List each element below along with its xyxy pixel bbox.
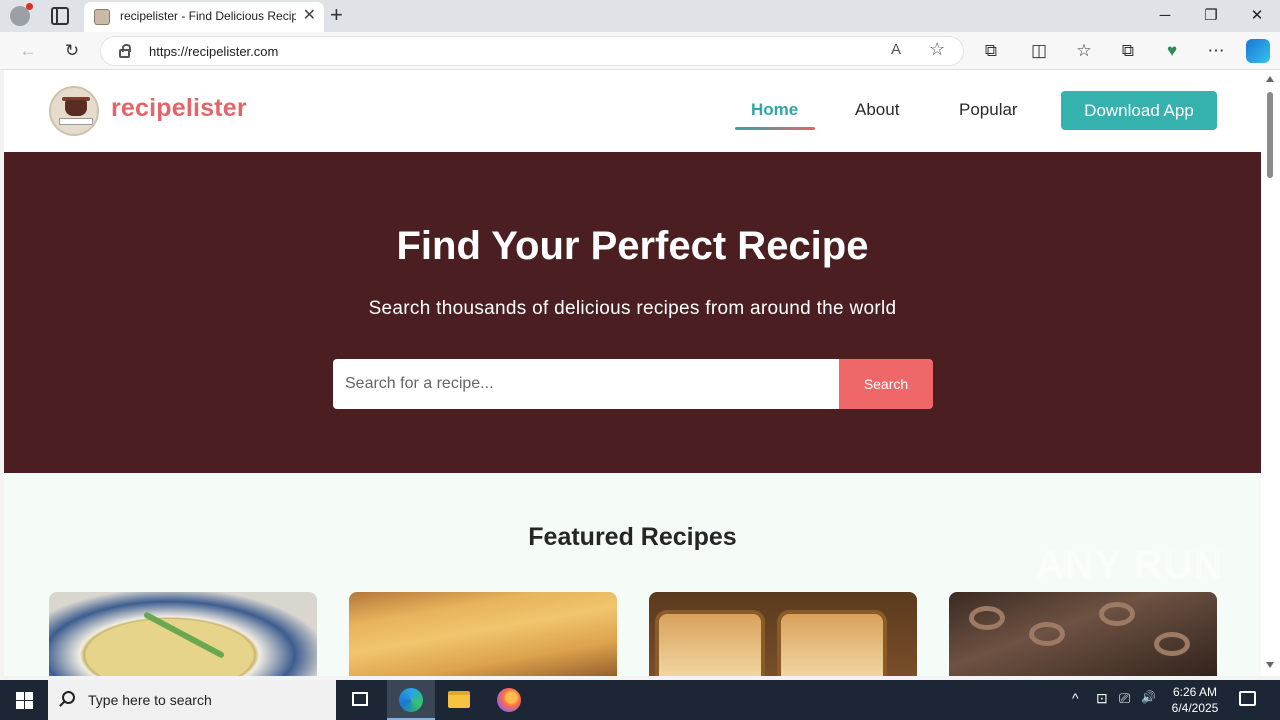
windows-start-icon[interactable] [16, 692, 33, 709]
firefox-icon [497, 688, 521, 712]
taskbar-firefox-button[interactable] [485, 680, 533, 720]
windows-taskbar: Type here to search ^ ⊡ ⎚ 🔊 6:26 AM 6/4/… [0, 680, 1280, 720]
taskbar-search-box[interactable]: Type here to search [48, 680, 336, 720]
notifications-icon[interactable] [1239, 691, 1256, 706]
site-logo-icon[interactable] [49, 86, 99, 136]
lock-icon[interactable] [119, 44, 131, 58]
profile-avatar-icon[interactable] [10, 3, 33, 26]
taskbar-clock[interactable]: 6:26 AM 6/4/2025 [1160, 684, 1230, 716]
split-screen-icon[interactable]: ◫ [1027, 40, 1051, 62]
favorite-star-icon[interactable]: ☆ [929, 39, 945, 60]
close-window-button[interactable]: ✕ [1234, 4, 1280, 28]
address-bar[interactable]: https://recipelister.com A ☆ [100, 36, 964, 66]
edge-icon [399, 688, 423, 712]
recipe-card-image[interactable] [49, 592, 317, 676]
folder-icon [448, 691, 470, 708]
task-view-icon [352, 692, 368, 706]
tab-close-icon[interactable]: ✕ [303, 7, 316, 25]
clock-date: 6/4/2025 [1171, 701, 1219, 715]
taskbar-search-placeholder: Type here to search [88, 692, 212, 708]
recipe-card-image[interactable] [349, 592, 617, 676]
hero-title: Find Your Perfect Recipe [396, 224, 869, 268]
network-icon[interactable]: ⎚ [1119, 690, 1130, 707]
collections-icon[interactable]: ⧉ [1116, 40, 1140, 62]
extensions-icon[interactable]: ⧉ [979, 40, 1003, 62]
browser-essentials-icon[interactable]: ♥ [1160, 40, 1184, 62]
scroll-up-icon[interactable] [1266, 76, 1274, 82]
site-favicon-icon [94, 9, 110, 25]
more-menu-icon[interactable]: ⋯ [1204, 40, 1228, 62]
url-text[interactable]: https://recipelister.com [149, 44, 278, 59]
restore-button[interactable]: ❐ [1188, 4, 1234, 28]
read-aloud-icon[interactable]: A [891, 41, 901, 58]
scroll-down-icon[interactable] [1266, 662, 1274, 668]
refresh-icon[interactable]: ↻ [60, 40, 84, 62]
tray-device-icon[interactable]: ⊡ [1096, 690, 1108, 707]
copilot-icon[interactable] [1246, 39, 1270, 63]
volume-icon[interactable]: 🔊 [1141, 690, 1156, 704]
recipe-card-image[interactable] [649, 592, 917, 676]
task-view-button[interactable] [336, 680, 384, 720]
nav-active-underline [735, 127, 815, 130]
tab-title: recipelister - Find Delicious Recip [120, 9, 296, 23]
hero-subtitle: Search thousands of delicious recipes fr… [368, 298, 897, 319]
nav-about[interactable]: About [855, 100, 899, 120]
browser-title-bar: recipelister - Find Delicious Recip ✕ + … [0, 0, 1280, 32]
download-app-button[interactable]: Download App [1061, 91, 1217, 130]
scroll-thumb[interactable] [1267, 92, 1273, 178]
recipe-card-image[interactable] [949, 592, 1217, 676]
tab-actions-icon[interactable] [51, 7, 69, 25]
nav-popular[interactable]: Popular [959, 100, 1018, 120]
minimize-button[interactable]: ─ [1142, 4, 1188, 28]
browser-tab[interactable]: recipelister - Find Delicious Recip ✕ [84, 2, 324, 32]
site-header: recipelister Home About Popular Download… [4, 70, 1261, 152]
search-button[interactable]: Search [839, 359, 933, 409]
favorites-icon[interactable]: ☆ [1072, 40, 1096, 62]
search-icon [62, 691, 75, 704]
page-scrollbar[interactable] [1261, 70, 1280, 676]
taskbar-edge-button[interactable] [387, 680, 435, 720]
brand-name[interactable]: recipelister [111, 94, 247, 123]
back-icon[interactable]: ← [16, 40, 40, 62]
hero-section: Find Your Perfect Recipe Search thousand… [4, 152, 1261, 473]
taskbar-file-explorer-button[interactable] [435, 680, 483, 720]
watermark-text: ANY RUN [1035, 543, 1224, 587]
new-tab-button[interactable]: + [330, 3, 343, 27]
nav-home[interactable]: Home [751, 100, 798, 120]
recipe-search-input[interactable] [333, 359, 839, 409]
clock-time: 6:26 AM [1172, 685, 1218, 699]
browser-toolbar: ← ↻ https://recipelister.com A ☆ ⧉ ◫ ☆ ⧉… [0, 32, 1280, 70]
tray-chevron-icon[interactable]: ^ [1072, 690, 1079, 706]
